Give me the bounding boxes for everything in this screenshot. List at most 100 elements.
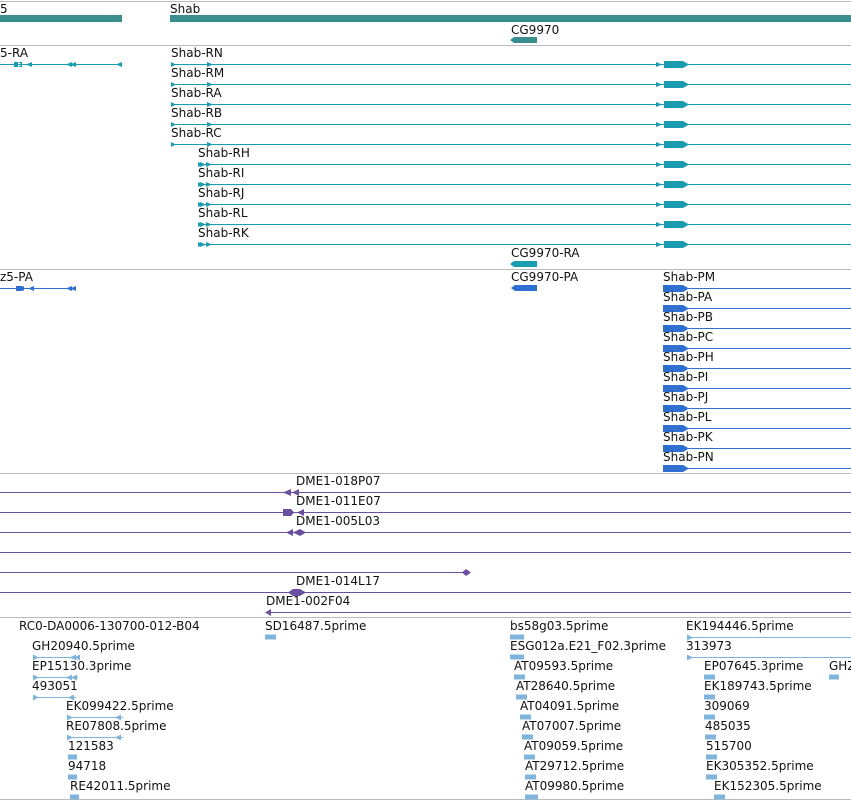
transcript-track: 5-RA Shab-RN Shab-RM Shab-RA Shab-RB Shab-RC…	[0, 46, 851, 267]
protein-shab-pb[interactable]: Shab-PB	[663, 310, 851, 332]
protein-shab-pi[interactable]: Shab-PI	[663, 370, 851, 392]
protein-label: Shab-PB	[663, 310, 713, 324]
transcript-shab-rm[interactable]: Shab-RM	[171, 66, 851, 88]
est-esg012a-e21-f02-3prime[interactable]: ESG012a.E21_F02.3prime	[510, 639, 666, 660]
est-bs58g03-5prime[interactable]: bs58g03.5prime	[510, 619, 608, 640]
shab-protein-list: Shab-PM Shab-PA Shab-PB Shab-PC Shab-PH Shab-…	[663, 270, 851, 472]
est-gh20940-5prime[interactable]: GH20940.5prime	[32, 639, 135, 661]
clone-018p07[interactable]	[0, 489, 851, 496]
protein-shab-pa[interactable]: Shab-PA	[663, 290, 851, 312]
est-label: 309069	[704, 699, 750, 713]
gene-bar-shab[interactable]	[170, 15, 851, 22]
gene-bar-cg9970[interactable]	[510, 37, 537, 43]
est-ghz[interactable]: GHZ	[829, 659, 851, 680]
est-label: EP07645.3prime	[704, 659, 803, 673]
protein-label: Shab-PL	[663, 410, 712, 424]
protein-shab-pk[interactable]: Shab-PK	[663, 430, 851, 452]
transcript-label: Shab-RH	[198, 146, 250, 160]
protein-shab-pj[interactable]: Shab-PJ	[663, 390, 851, 412]
est-at09980-5prime[interactable]: AT09980.5prime	[525, 779, 624, 800]
est-ek305352-5prime[interactable]: EK305352.5prime	[706, 759, 814, 780]
est-at07007-5prime[interactable]: AT07007.5prime	[522, 719, 621, 740]
protein-label: Shab-PA	[663, 290, 713, 304]
est-sd16487-5prime[interactable]: SD16487.5prime	[265, 619, 366, 640]
clone-011e07[interactable]	[0, 509, 851, 516]
clone-label-011e07[interactable]: DME1-011E07	[296, 494, 381, 508]
clone-005l03[interactable]	[0, 529, 851, 536]
est-493051[interactable]: 493051	[32, 679, 78, 701]
est-re42011-5prime[interactable]: RE42011.5prime	[70, 779, 171, 800]
est-ep15130-3prime[interactable]: EP15130.3prime	[32, 659, 131, 681]
transcript-shab-rb[interactable]: Shab-RB	[171, 106, 851, 128]
protein-shab-pc[interactable]: Shab-PC	[663, 330, 851, 352]
protein-shab-pl[interactable]: Shab-PL	[663, 410, 851, 432]
transcript-shab-rh[interactable]: Shab-RH	[198, 146, 851, 168]
est-485035[interactable]: 485035	[705, 719, 751, 740]
est-label: 313973	[686, 639, 732, 653]
transcript-shab-rn[interactable]: Shab-RN	[171, 46, 851, 68]
est-label: EK099422.5prime	[66, 699, 174, 713]
est-ek194446-5prime[interactable]: EK194446.5prime	[686, 619, 851, 641]
est-label: AT09593.5prime	[514, 659, 613, 673]
est-label: GHZ	[829, 659, 851, 673]
est-track: RC0-DA0006-130700-012-B04 GH20940.5prime E…	[19, 619, 851, 800]
est-at04091-5prime[interactable]: AT04091.5prime	[520, 699, 619, 720]
transcript-shab-rj[interactable]: Shab-RJ	[198, 186, 851, 208]
est-label: 121583	[68, 739, 114, 753]
est-label: EK189743.5prime	[704, 679, 812, 693]
gene-label-cg9970[interactable]: CG9970	[511, 23, 559, 37]
transcript-label-cg9970[interactable]: CG9970-RA	[511, 246, 580, 260]
est-313973[interactable]: 313973	[686, 639, 851, 661]
transcript-label-left[interactable]: 5-RA	[0, 46, 29, 60]
transcript-shab-ri[interactable]: Shab-RI	[198, 166, 851, 188]
transcript-shab-rl[interactable]: Shab-RL	[198, 206, 851, 228]
clone-label-018p07[interactable]: DME1-018P07	[296, 474, 381, 488]
est-ek152305-5prime[interactable]: EK152305.5prime	[714, 779, 822, 800]
est-at09059-5prime[interactable]: AT09059.5prime	[524, 739, 623, 760]
est-at09593-5prime[interactable]: AT09593.5prime	[514, 659, 613, 680]
clone-label-002f04[interactable]: DME1-002F04	[266, 594, 350, 608]
transcript-cg9970[interactable]	[510, 261, 537, 267]
protein-shab-pm[interactable]: Shab-PM	[663, 270, 851, 292]
protein-shab-pn[interactable]: Shab-PN	[663, 450, 851, 472]
transcript-label: Shab-RA	[171, 86, 222, 100]
est-515700[interactable]: 515700	[706, 739, 752, 760]
gene-bar-fragment[interactable]	[0, 15, 122, 22]
protein-track: z5-PA CG9970-PA Shab-PMShab-PA Shab-PB Sha…	[0, 270, 851, 472]
protein-shab-ph[interactable]: Shab-PH	[663, 350, 851, 372]
est-121583[interactable]: 121583	[68, 739, 114, 760]
transcript-shab-ra[interactable]: Shab-RA	[171, 86, 851, 108]
protein-cg9970[interactable]	[511, 285, 537, 291]
est-at29712-5prime[interactable]: AT29712.5prime	[525, 759, 624, 780]
est-94718[interactable]: 94718	[68, 759, 106, 780]
gene-track: 5 Shab CG9970	[0, 2, 851, 43]
est-ep07645-3prime[interactable]: EP07645.3prime	[704, 659, 803, 680]
protein-label: Shab-PC	[663, 330, 713, 344]
protein-label-cg9970[interactable]: CG9970-PA	[511, 270, 579, 284]
transcript-shab-rk[interactable]: Shab-RK	[198, 226, 851, 248]
est-label: EK194446.5prime	[686, 619, 794, 633]
protein-label: Shab-PK	[663, 430, 714, 444]
est-rc0-da0006-130700-012-b04[interactable]: RC0-DA0006-130700-012-B04	[19, 619, 200, 633]
est-label: AT28640.5prime	[516, 679, 615, 693]
transcript-label: Shab-RN	[171, 46, 223, 60]
clone-014l17[interactable]	[0, 589, 851, 596]
est-309069[interactable]: 309069	[704, 699, 750, 720]
gene-label-shab[interactable]: Shab	[170, 2, 200, 16]
protein-label-left[interactable]: z5-PA	[0, 270, 34, 284]
clone-label-014l17[interactable]: DME1-014L17	[296, 574, 380, 588]
protein-left[interactable]	[0, 286, 76, 291]
est-label: EK305352.5prime	[706, 759, 814, 773]
est-label: 515700	[706, 739, 752, 753]
clone-002f04[interactable]	[265, 609, 851, 616]
est-re07808-5prime[interactable]: RE07808.5prime	[66, 719, 167, 741]
clone-label-005l03[interactable]: DME1-005L03	[296, 514, 380, 528]
clone-unlabeled-2[interactable]	[0, 569, 471, 576]
est-at28640-5prime[interactable]: AT28640.5prime	[516, 679, 615, 700]
est-ek099422-5prime[interactable]: EK099422.5prime	[66, 699, 174, 721]
est-label: RC0-DA0006-130700-012-B04	[19, 619, 200, 633]
transcript-left[interactable]	[0, 62, 122, 67]
est-ek189743-5prime[interactable]: EK189743.5prime	[704, 679, 812, 700]
transcript-shab-rc[interactable]: Shab-RC	[171, 126, 851, 148]
gene-label-fragment[interactable]: 5	[0, 2, 8, 16]
